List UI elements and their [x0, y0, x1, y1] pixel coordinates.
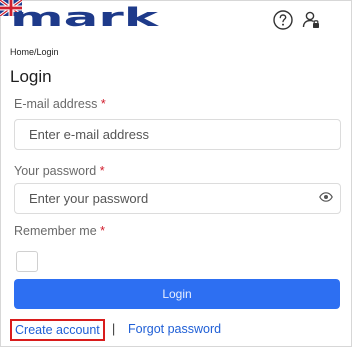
password-required-mark: *: [99, 164, 105, 178]
remember-required-mark: *: [100, 224, 106, 238]
page-title: Login: [10, 67, 52, 86]
email-input[interactable]: [14, 119, 341, 150]
email-label-text: E-mail address: [14, 97, 98, 111]
password-label-text: Your password: [14, 164, 97, 178]
breadcrumb-current: Login: [36, 47, 59, 57]
svg-text:mark: mark: [10, 6, 159, 28]
email-label: E-mail address *: [14, 97, 106, 111]
breadcrumb-home[interactable]: Home: [10, 47, 34, 57]
password-input[interactable]: [14, 183, 341, 214]
password-label: Your password *: [14, 164, 105, 178]
eye-icon[interactable]: [319, 192, 333, 202]
remember-label: Remember me *: [14, 224, 105, 238]
links-separator: |: [112, 322, 116, 336]
remember-label-text: Remember me: [14, 224, 97, 238]
site-header: mark: [0, 0, 352, 42]
forgot-password-link[interactable]: Forgot password: [128, 322, 221, 336]
breadcrumb: Home/Login: [10, 47, 59, 57]
create-account-link[interactable]: Create account: [10, 319, 105, 341]
auth-links: Create account | Forgot password: [10, 319, 340, 341]
remember-me-checkbox[interactable]: [16, 251, 38, 272]
login-button[interactable]: Login: [14, 279, 340, 309]
email-required-mark: *: [100, 97, 106, 111]
help-icon[interactable]: [272, 9, 294, 31]
mark-logo[interactable]: mark: [10, 6, 160, 28]
user-icon[interactable]: [300, 9, 322, 31]
